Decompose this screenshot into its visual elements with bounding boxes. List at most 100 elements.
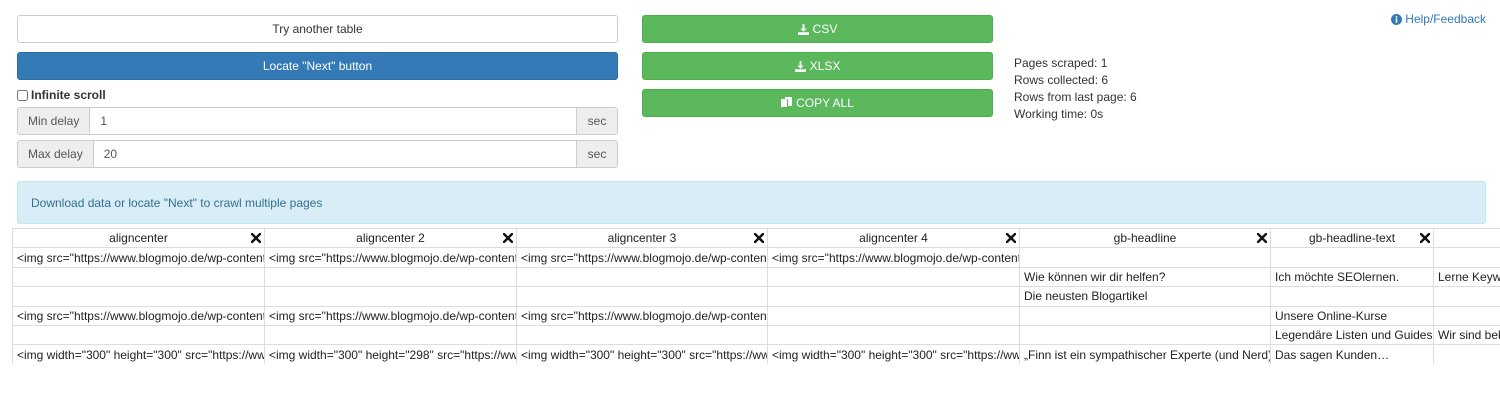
table-row: <img src="https://www.blogmojo.de/wp-con… [12, 305, 1500, 326]
column-header-label: aligncenter 3 [607, 231, 677, 246]
close-icon[interactable] [1257, 233, 1267, 244]
column-header[interactable] [1433, 228, 1500, 249]
table-cell: „Finn ist ein sympathischer Experte (und… [1019, 344, 1271, 364]
table-cell [1433, 344, 1500, 364]
min-delay-unit: sec [576, 108, 617, 134]
try-another-table-label: Try another table [272, 22, 363, 36]
data-table-container[interactable]: aligncenter aligncenter 2 aligncenter 3 … [12, 228, 1500, 364]
table-cell [516, 286, 768, 307]
table-cell: Unsere Online-Kurse [1270, 305, 1434, 326]
table-cell: Wie können wir dir helfen? [1019, 266, 1271, 288]
table-cell: <img src="https://www.blogmojo.de/wp-con… [516, 305, 768, 326]
table-cell: <img src="https://www.blogmojo.de/wp-con… [264, 247, 517, 268]
infinite-scroll-checkbox[interactable] [17, 89, 28, 101]
table-cell [1433, 305, 1500, 326]
copy-all-button[interactable]: COPY ALL [642, 89, 993, 117]
table-header-row: aligncenter aligncenter 2 aligncenter 3 … [12, 228, 1500, 249]
info-alert: Download data or locate "Next" to crawl … [17, 181, 1486, 224]
locate-next-label: Locate "Next" button [262, 59, 373, 73]
table-cell: Das sagen Kunden… [1270, 344, 1434, 364]
table-cell [1433, 286, 1500, 307]
min-delay-group: Min delay sec [17, 107, 618, 135]
table-cell: Lerne Keyw [1433, 266, 1500, 288]
table-cell [264, 324, 517, 346]
column-header[interactable]: gb-headline-text [1270, 228, 1434, 249]
table-cell [767, 286, 1020, 307]
rows-last-page-text: Rows from last page: 6 [1014, 90, 1137, 104]
max-delay-input[interactable] [93, 141, 576, 167]
column-header[interactable]: aligncenter 2 [264, 228, 517, 249]
column-header-label: aligncenter 2 [356, 231, 425, 246]
table-cell: Wir sind bek [1433, 324, 1500, 346]
column-header[interactable]: aligncenter [12, 228, 265, 249]
download-icon [797, 23, 809, 35]
download-icon [794, 60, 806, 72]
locate-next-button[interactable]: Locate "Next" button [17, 52, 618, 80]
column-header-label: aligncenter 4 [859, 231, 928, 246]
csv-button[interactable]: CSV [642, 15, 993, 43]
column-header[interactable]: aligncenter 3 [516, 228, 768, 249]
max-delay-unit: sec [576, 141, 617, 167]
copy-all-label: COPY ALL [796, 96, 854, 110]
infinite-scroll-option[interactable]: Infinite scroll [17, 88, 106, 102]
table-cell [264, 286, 517, 307]
column-header-label: gb-headline-text [1308, 231, 1396, 246]
close-icon[interactable] [1006, 233, 1016, 244]
table-cell [767, 324, 1020, 346]
table-cell [516, 266, 768, 288]
table-cell: Legendäre Listen und Guides [1270, 324, 1434, 346]
column-header-label: aligncenter [109, 231, 168, 246]
column-header[interactable]: gb-headline [1019, 228, 1271, 249]
table-cell: <img width="300" height="300" src="https… [767, 344, 1020, 364]
table-cell [1270, 247, 1434, 268]
table-cell: <img width="300" height="300" src="https… [516, 344, 768, 364]
max-delay-label: Max delay [18, 141, 94, 167]
data-table: aligncenter aligncenter 2 aligncenter 3 … [12, 228, 1500, 364]
table-cell: <img src="https://www.blogmojo.de/wp-con… [12, 247, 265, 268]
min-delay-input[interactable] [90, 108, 576, 134]
table-cell [1433, 247, 1500, 268]
table-row: Die neusten Blogartikel [12, 286, 1500, 307]
help-feedback-label: Help/Feedback [1405, 12, 1486, 26]
scrape-stats: Pages scraped: 1 Rows collected: 6 Rows … [1014, 55, 1137, 123]
min-delay-label: Min delay [18, 108, 91, 134]
column-header[interactable]: aligncenter 4 [767, 228, 1020, 249]
close-icon[interactable] [251, 233, 261, 244]
table-row: Legendäre Listen und Guides Wir sind bek [12, 324, 1500, 346]
table-cell [1019, 305, 1271, 326]
table-row: <img width="300" height="300" src="https… [12, 344, 1500, 364]
table-cell [1270, 286, 1434, 307]
csv-label: CSV [812, 22, 838, 36]
table-cell: <img width="300" height="298" src="https… [264, 344, 517, 364]
column-header-label: gb-headline [1113, 231, 1177, 246]
table-cell [767, 305, 1020, 326]
table-cell [12, 266, 265, 288]
infinite-scroll-label: Infinite scroll [31, 88, 106, 102]
try-another-table-button[interactable]: Try another table [17, 15, 618, 43]
table-cell: Die neusten Blogartikel [1019, 286, 1271, 307]
table-cell [12, 324, 265, 346]
table-cell: <img src="https://www.blogmojo.de/wp-con… [516, 247, 768, 268]
table-cell [1019, 247, 1271, 268]
close-icon[interactable] [503, 233, 513, 244]
table-row: <img src="https://www.blogmojo.de/wp-con… [12, 247, 1500, 268]
table-cell: <img width="300" height="300" src="https… [12, 344, 265, 364]
help-feedback-link[interactable]: Help/Feedback [1391, 12, 1486, 26]
table-cell [516, 324, 768, 346]
rows-collected-text: Rows collected: 6 [1014, 73, 1109, 87]
info-alert-text: Download data or locate "Next" to crawl … [31, 195, 323, 210]
table-cell [12, 286, 265, 307]
table-cell [767, 266, 1020, 288]
close-icon[interactable] [754, 233, 764, 244]
close-icon[interactable] [1420, 233, 1430, 244]
xlsx-label: XLSX [809, 59, 841, 73]
info-circle-icon [1391, 13, 1403, 25]
table-cell: <img src="https://www.blogmojo.de/wp-con… [12, 305, 265, 326]
table-row: Wie können wir dir helfen? Ich möchte SE… [12, 266, 1500, 288]
table-cell: Ich möchte SEOlernen. [1270, 266, 1434, 288]
copy-icon [781, 97, 793, 109]
max-delay-group: Max delay sec [17, 140, 618, 168]
table-cell: <img src="https://www.blogmojo.de/wp-con… [767, 247, 1020, 268]
xlsx-button[interactable]: XLSX [642, 52, 993, 80]
table-cell [1019, 324, 1271, 346]
